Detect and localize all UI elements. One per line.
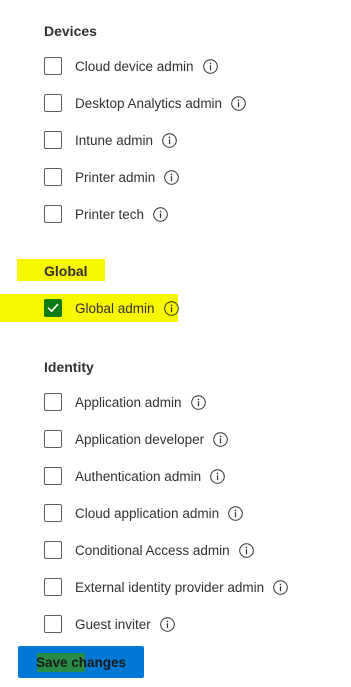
- checkmark-icon: [47, 303, 59, 312]
- role-label: Cloud device admin: [75, 58, 194, 74]
- info-icon[interactable]: [210, 468, 225, 484]
- role-label: Global admin: [75, 300, 155, 316]
- info-icon[interactable]: [164, 169, 180, 185]
- save-changes-button[interactable]: Save changes: [18, 646, 144, 678]
- role-global-admin[interactable]: Global admin: [44, 296, 179, 320]
- role-external-identity-provider-admin[interactable]: External identity provider admin: [44, 575, 288, 599]
- info-icon[interactable]: [231, 95, 246, 111]
- checkbox[interactable]: [44, 131, 62, 149]
- role-desktop-analytics-admin[interactable]: Desktop Analytics admin: [44, 91, 246, 115]
- role-label: External identity provider admin: [75, 579, 265, 595]
- info-icon[interactable]: [190, 394, 206, 410]
- checkbox[interactable]: [44, 578, 62, 596]
- info-icon[interactable]: [273, 579, 288, 595]
- role-application-admin[interactable]: Application admin: [44, 390, 206, 414]
- info-icon[interactable]: [202, 58, 218, 74]
- section-title-identity: Identity: [44, 359, 94, 375]
- role-cloud-device-admin[interactable]: Cloud device admin: [44, 54, 218, 78]
- save-button-label: Save changes: [35, 654, 127, 670]
- role-authentication-admin[interactable]: Authentication admin: [44, 464, 225, 488]
- role-conditional-access-admin[interactable]: Conditional Access admin: [44, 538, 254, 562]
- info-icon[interactable]: [238, 542, 254, 558]
- role-label: Conditional Access admin: [75, 542, 230, 558]
- role-label: Desktop Analytics admin: [75, 95, 223, 111]
- role-application-developer[interactable]: Application developer: [44, 427, 228, 451]
- checkbox[interactable]: [44, 430, 62, 448]
- checkbox[interactable]: [44, 541, 62, 559]
- role-label: Printer admin: [75, 169, 156, 185]
- role-label: Intune admin: [75, 132, 154, 148]
- checkbox[interactable]: [44, 94, 62, 112]
- role-label: Application admin: [75, 394, 182, 410]
- role-label: Application developer: [75, 431, 205, 447]
- info-icon[interactable]: [213, 431, 228, 447]
- checkbox[interactable]: [44, 467, 62, 485]
- role-printer-tech[interactable]: Printer tech: [44, 202, 168, 226]
- role-guest-inviter[interactable]: Guest inviter: [44, 612, 175, 633]
- checkbox[interactable]: [44, 205, 62, 223]
- role-cloud-application-admin[interactable]: Cloud application admin: [44, 501, 243, 525]
- role-label: Authentication admin: [75, 468, 202, 484]
- info-icon[interactable]: [228, 505, 243, 521]
- section-title-global: Global: [44, 263, 88, 279]
- role-printer-admin[interactable]: Printer admin: [44, 165, 180, 189]
- info-icon[interactable]: [153, 206, 168, 222]
- checkbox-checked[interactable]: [44, 299, 62, 317]
- info-icon[interactable]: [159, 616, 175, 632]
- roles-list[interactable]: Devices Cloud device admin Desktop Analy…: [0, 0, 351, 633]
- info-icon[interactable]: [162, 132, 177, 148]
- checkbox[interactable]: [44, 615, 62, 633]
- footer-bar: Save changes: [0, 633, 351, 687]
- role-label: Guest inviter: [75, 616, 151, 632]
- checkbox[interactable]: [44, 57, 62, 75]
- info-icon[interactable]: [163, 300, 179, 316]
- checkbox[interactable]: [44, 393, 62, 411]
- checkbox[interactable]: [44, 504, 62, 522]
- role-label: Printer tech: [75, 206, 145, 222]
- role-label: Cloud application admin: [75, 505, 220, 521]
- checkbox[interactable]: [44, 168, 62, 186]
- section-title-devices: Devices: [44, 23, 97, 39]
- role-intune-admin[interactable]: Intune admin: [44, 128, 177, 152]
